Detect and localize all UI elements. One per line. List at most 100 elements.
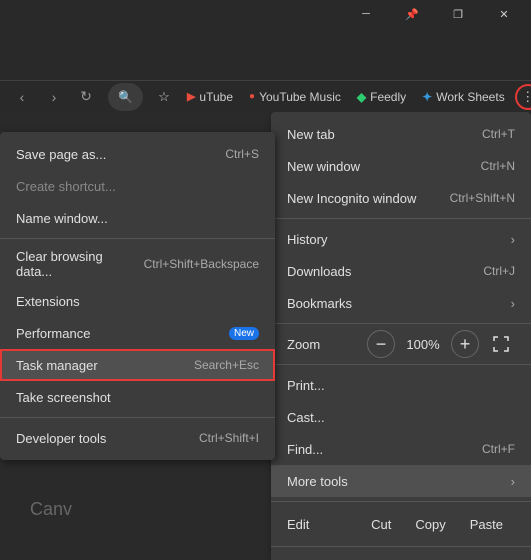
- bookmarks-label: Bookmarks: [287, 296, 503, 311]
- clear-browsing-shortcut: Ctrl+Shift+Backspace: [144, 257, 259, 271]
- chrome-divider-4: [271, 501, 531, 502]
- bookmark-ws-label: Work Sheets: [436, 90, 504, 104]
- star-icon[interactable]: ☆: [151, 84, 177, 110]
- menu-history[interactable]: History ›: [271, 223, 531, 255]
- chrome-divider-5: [271, 546, 531, 547]
- history-label: History: [287, 232, 503, 247]
- chrome-menu-button[interactable]: ⋮: [515, 84, 531, 110]
- menu-developer-tools[interactable]: Developer tools Ctrl+Shift+I: [0, 422, 275, 454]
- zoom-plus-button[interactable]: +: [451, 330, 479, 358]
- menu-downloads[interactable]: Downloads Ctrl+J: [271, 255, 531, 287]
- bookmark-feedly[interactable]: ◆ Feedly: [351, 88, 412, 106]
- downloads-label: Downloads: [287, 264, 475, 279]
- name-window-label: Name window...: [16, 211, 259, 226]
- downloads-shortcut: Ctrl+J: [483, 264, 515, 278]
- chrome-menu: New tab Ctrl+T New window Ctrl+N New Inc…: [271, 112, 531, 560]
- chrome-divider-2: [271, 323, 531, 324]
- new-tab-shortcut: Ctrl+T: [482, 127, 515, 141]
- browser-chrome: ─ 📌 ❐ ✕: [0, 0, 531, 80]
- bookmarks-arrow: ›: [511, 296, 515, 311]
- zoom-control: Zoom − 100% +: [271, 328, 531, 360]
- yt-icon: ▶: [187, 90, 195, 103]
- task-manager-label: Task manager: [16, 358, 186, 373]
- chrome-divider-3: [271, 364, 531, 365]
- gs-icon: ✦: [422, 90, 432, 104]
- window-controls: ─ 📌 ❐ ✕: [0, 0, 531, 28]
- fullscreen-button[interactable]: [487, 330, 515, 358]
- performance-label: Performance: [16, 326, 217, 341]
- developer-tools-label: Developer tools: [16, 431, 191, 446]
- forward-button[interactable]: ›: [40, 83, 68, 111]
- restore-button[interactable]: ❐: [435, 0, 481, 28]
- edit-label: Edit: [287, 517, 359, 532]
- menu-print[interactable]: Print...: [271, 369, 531, 401]
- minimize-button[interactable]: ─: [343, 0, 389, 28]
- reload-button[interactable]: ↻: [72, 83, 100, 111]
- menu-create-shortcut[interactable]: Create shortcut...: [0, 170, 275, 202]
- bookmarks-bar: ‹ › ↻ 🔍 ☆ ▶ uTube ● YouTube Music ◆ Feed…: [0, 80, 531, 112]
- menu-new-tab[interactable]: New tab Ctrl+T: [271, 118, 531, 150]
- menu-more-tools[interactable]: More tools ›: [271, 465, 531, 497]
- bookmark-worksheets[interactable]: ✦ Work Sheets: [416, 88, 511, 106]
- find-label: Find...: [287, 442, 474, 457]
- page-content: e Canv Save page as... Ctrl+S Create sho…: [0, 112, 531, 560]
- address-box[interactable]: 🔍: [108, 83, 143, 111]
- feedly-icon: ◆: [357, 90, 366, 104]
- copy-button[interactable]: Copy: [403, 513, 457, 536]
- zoom-minus-button[interactable]: −: [367, 330, 395, 358]
- new-incognito-shortcut: Ctrl+Shift+N: [450, 191, 515, 205]
- close-button[interactable]: ✕: [481, 0, 527, 28]
- extensions-label: Extensions: [16, 294, 259, 309]
- zoom-label: Zoom: [287, 337, 359, 352]
- menu-task-manager[interactable]: Task manager Search+Esc: [0, 349, 275, 381]
- menu-cast[interactable]: Cast...: [271, 401, 531, 433]
- bookmark-feedly-label: Feedly: [370, 90, 406, 104]
- bookmark-ytm-label: YouTube Music: [259, 90, 341, 104]
- menu-new-incognito[interactable]: New Incognito window Ctrl+Shift+N: [271, 182, 531, 214]
- save-page-shortcut: Ctrl+S: [225, 147, 259, 161]
- menu-save-page[interactable]: Save page as... Ctrl+S: [0, 138, 275, 170]
- performance-badge: New: [229, 327, 259, 340]
- more-tools-label: More tools: [287, 474, 503, 489]
- menu-bookmarks[interactable]: Bookmarks ›: [271, 287, 531, 319]
- new-window-label: New window: [287, 159, 473, 174]
- take-screenshot-label: Take screenshot: [16, 390, 259, 405]
- zoom-value: 100%: [403, 337, 443, 352]
- menu-clear-browsing[interactable]: Clear browsing data... Ctrl+Shift+Backsp…: [0, 243, 275, 285]
- menu-take-screenshot[interactable]: Take screenshot: [0, 381, 275, 413]
- ytm-icon: ●: [249, 91, 255, 102]
- history-arrow: ›: [511, 232, 515, 247]
- menu-settings[interactable]: [271, 551, 531, 560]
- more-tools-menu: Save page as... Ctrl+S Create shortcut..…: [0, 132, 275, 460]
- create-shortcut-label: Create shortcut...: [16, 179, 259, 194]
- save-page-label: Save page as...: [16, 147, 217, 162]
- more-tools-divider-2: [0, 417, 275, 418]
- paste-button[interactable]: Paste: [458, 513, 515, 536]
- cut-button[interactable]: Cut: [359, 513, 403, 536]
- more-tools-divider-1: [0, 238, 275, 239]
- cast-label: Cast...: [287, 410, 515, 425]
- developer-tools-shortcut: Ctrl+Shift+I: [199, 431, 259, 445]
- print-label: Print...: [287, 378, 515, 393]
- toolbar-icons: ☆ ▶ uTube ● YouTube Music ◆ Feedly ✦ Wor…: [151, 84, 531, 110]
- back-button[interactable]: ‹: [8, 83, 36, 111]
- menu-performance[interactable]: Performance New: [0, 317, 275, 349]
- new-incognito-label: New Incognito window: [287, 191, 442, 206]
- menu-new-window[interactable]: New window Ctrl+N: [271, 150, 531, 182]
- canva-logo: Canv: [30, 499, 72, 520]
- menu-name-window[interactable]: Name window...: [0, 202, 275, 234]
- bookmark-yt-label: uTube: [199, 90, 233, 104]
- chrome-divider-1: [271, 218, 531, 219]
- clear-browsing-label: Clear browsing data...: [16, 249, 136, 279]
- edit-row: Edit Cut Copy Paste: [271, 506, 531, 542]
- bookmark-youtube[interactable]: ▶ uTube: [181, 88, 239, 106]
- more-tools-arrow: ›: [511, 474, 515, 489]
- new-tab-label: New tab: [287, 127, 474, 142]
- bookmark-ytmusic[interactable]: ● YouTube Music: [243, 88, 347, 106]
- menu-extensions[interactable]: Extensions: [0, 285, 275, 317]
- task-manager-shortcut: Search+Esc: [194, 358, 259, 372]
- find-shortcut: Ctrl+F: [482, 442, 515, 456]
- new-window-shortcut: Ctrl+N: [481, 159, 515, 173]
- pin-button[interactable]: 📌: [389, 0, 435, 28]
- menu-find[interactable]: Find... Ctrl+F: [271, 433, 531, 465]
